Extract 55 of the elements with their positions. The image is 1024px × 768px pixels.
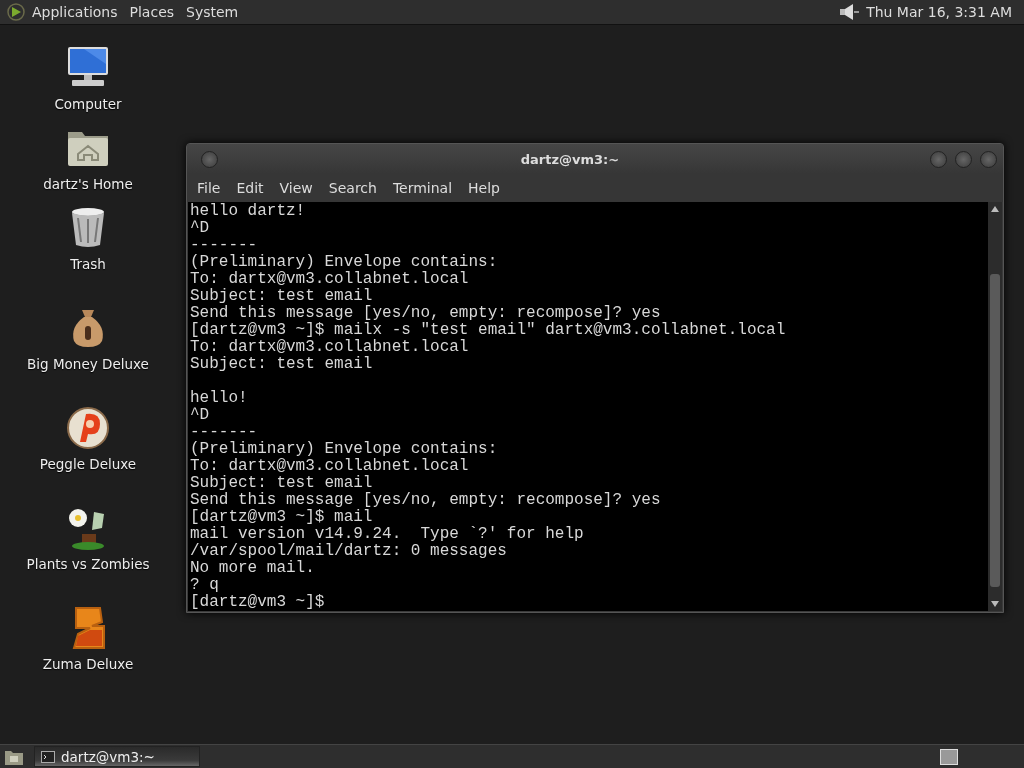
- terminal-line: [dartz@vm3 ~]$: [190, 594, 325, 611]
- window-title: dartz@vm3:~: [519, 151, 621, 167]
- terminal-line: (Preliminary) Envelope contains:: [190, 441, 498, 458]
- menu-item[interactable]: View: [271, 180, 321, 196]
- terminal-line: /var/spool/mail/dartz: 0 messages: [190, 543, 507, 560]
- clock[interactable]: Thu Mar 16, 3:31 AM: [866, 4, 1012, 20]
- taskbar-button[interactable]: dartz@vm3:~: [34, 746, 200, 767]
- scroll-thumb[interactable]: [990, 274, 1000, 587]
- scroll-up-icon[interactable]: [991, 206, 999, 212]
- terminal-line: To: dartx@vm3.collabnet.local: [190, 458, 469, 475]
- icon-label[interactable]: Peggle Deluxe: [39, 456, 137, 472]
- workspace-switcher[interactable]: [940, 748, 958, 765]
- scroll-down-icon[interactable]: [991, 601, 999, 607]
- icon-label[interactable]: Trash: [70, 256, 106, 272]
- terminal-line: Subject: test email: [190, 475, 373, 492]
- speaker-icon[interactable]: [838, 2, 861, 22]
- terminal-line: (Preliminary) Envelope contains:: [190, 254, 498, 271]
- menu-item[interactable]: Terminal: [384, 180, 461, 196]
- ball-icon[interactable]: [64, 404, 112, 452]
- terminal-line: To: dartx@vm3.collabnet.local: [190, 271, 469, 288]
- minimize-button[interactable]: [930, 150, 947, 168]
- window-menu-button[interactable]: [201, 150, 218, 168]
- icon-label[interactable]: Big Money Deluxe: [27, 356, 149, 372]
- terminal-icon: [41, 750, 55, 763]
- menu-item[interactable]: Edit: [228, 180, 272, 196]
- icon-label[interactable]: Zuma Deluxe: [42, 656, 134, 672]
- menu-item[interactable]: File: [189, 180, 229, 196]
- close-button[interactable]: [980, 150, 997, 168]
- scrollbar[interactable]: [988, 202, 1002, 611]
- terminal-line: [dartz@vm3 ~]$ mailx -s "test email" dartx@vm3.collabnet.local: [190, 322, 786, 339]
- panel-menu[interactable]: Applications: [26, 4, 124, 20]
- menu-logo-icon[interactable]: [6, 2, 26, 22]
- terminal-line: ^D: [190, 220, 210, 237]
- terminal-line: Send this message [yes/no, empty: recompose]? yes: [190, 305, 661, 322]
- panel-menu[interactable]: System: [180, 4, 245, 20]
- terminal-line: mail version v14.9.24. Type `?' for help: [190, 526, 584, 543]
- maximize-button[interactable]: [955, 150, 972, 168]
- terminal-line: Subject: test email: [190, 356, 373, 373]
- terminal-line: -------: [190, 237, 258, 254]
- terminal-line: Subject: test email: [190, 288, 373, 305]
- terminal-line: ? q: [190, 577, 219, 594]
- terminal-line: Send this message [yes/no, empty: recompose]? yes: [190, 492, 661, 509]
- terminal-line: -------: [190, 424, 258, 441]
- icon-label[interactable]: Plants vs Zombies: [26, 556, 150, 572]
- terminal-line: hello dartz!: [190, 203, 306, 220]
- terminal-line: ^D: [190, 407, 210, 424]
- terminal-line: hello!: [190, 390, 248, 407]
- icon-label[interactable]: dartz's Home: [43, 176, 133, 192]
- panel-menu[interactable]: Places: [123, 4, 181, 20]
- menu-item[interactable]: Search: [320, 180, 385, 196]
- terminal-line: To: dartx@vm3.collabnet.local: [190, 339, 469, 356]
- icon-label[interactable]: Computer: [54, 96, 122, 112]
- terminal-line: [dartz@vm3 ~]$ mail: [190, 509, 373, 526]
- terminal-line: No more mail.: [190, 560, 315, 577]
- menu-item[interactable]: Help: [460, 180, 508, 196]
